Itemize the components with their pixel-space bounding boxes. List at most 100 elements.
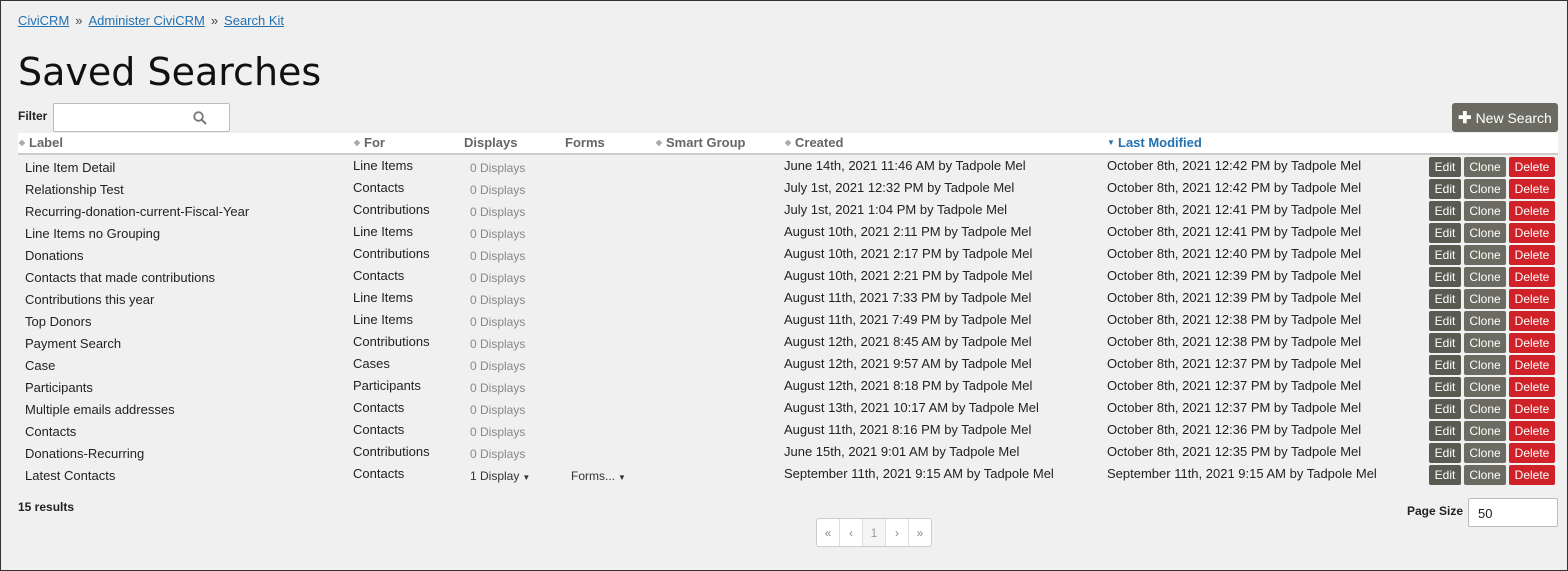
pager-next[interactable]: › xyxy=(886,519,909,546)
edit-button[interactable]: Edit xyxy=(1429,223,1461,243)
row-for: Contacts xyxy=(353,422,405,437)
edit-button[interactable]: Edit xyxy=(1429,267,1461,287)
delete-button[interactable]: Delete xyxy=(1509,245,1555,265)
row-created: August 11th, 2021 7:33 PM by Tadpole Mel xyxy=(784,290,1032,305)
column-header-smart-group[interactable]: ◆ Smart Group xyxy=(655,135,746,150)
edit-button[interactable]: Edit xyxy=(1429,377,1461,397)
table-row: Participants Participants 0 Displays August… xyxy=(18,375,1558,397)
clone-button[interactable]: Clone xyxy=(1464,245,1506,265)
table-row: Contacts Contacts 0 Displays August 11th, 2… xyxy=(18,419,1558,441)
pager-prev[interactable]: ‹ xyxy=(840,519,863,546)
breadcrumb-separator: » xyxy=(210,13,219,28)
table-row: Donations-Recurring Contributions 0 Displa… xyxy=(18,441,1558,463)
clone-button[interactable]: Clone xyxy=(1464,201,1506,221)
delete-button[interactable]: Delete xyxy=(1509,399,1555,419)
delete-button[interactable]: Delete xyxy=(1509,333,1555,353)
edit-button[interactable]: Edit xyxy=(1429,399,1461,419)
edit-button[interactable]: Edit xyxy=(1429,465,1461,485)
clone-button[interactable]: Clone xyxy=(1464,377,1506,397)
row-displays: 0 Displays xyxy=(470,315,526,329)
row-actions: Edit Clone Delete xyxy=(1429,245,1555,265)
breadcrumb-administer[interactable]: Administer CiviCRM xyxy=(89,13,205,28)
pager-last[interactable]: » xyxy=(909,519,931,546)
sort-icon: ◆ xyxy=(655,137,663,147)
clone-button[interactable]: Clone xyxy=(1464,465,1506,485)
clone-button[interactable]: Clone xyxy=(1464,179,1506,199)
row-created: August 10th, 2021 2:17 PM by Tadpole Mel xyxy=(784,246,1033,261)
edit-button[interactable]: Edit xyxy=(1429,311,1461,331)
clone-button[interactable]: Clone xyxy=(1464,333,1506,353)
column-header-displays: Displays xyxy=(464,135,518,150)
edit-button[interactable]: Edit xyxy=(1429,245,1461,265)
pager-current[interactable]: 1 xyxy=(863,519,886,546)
row-forms-dropdown[interactable]: Forms... ▼ xyxy=(571,469,626,483)
row-displays: 0 Displays xyxy=(470,161,526,175)
row-modified: October 8th, 2021 12:38 PM by Tadpole Me… xyxy=(1107,312,1362,327)
clone-button[interactable]: Clone xyxy=(1464,355,1506,375)
clone-button[interactable]: Clone xyxy=(1464,421,1506,441)
delete-button[interactable]: Delete xyxy=(1509,267,1555,287)
delete-button[interactable]: Delete xyxy=(1509,157,1555,177)
delete-button[interactable]: Delete xyxy=(1509,201,1555,221)
edit-button[interactable]: Edit xyxy=(1429,289,1461,309)
delete-button[interactable]: Delete xyxy=(1509,465,1555,485)
new-search-label: New Search xyxy=(1475,109,1552,126)
row-displays: 0 Displays xyxy=(470,271,526,285)
pager-first[interactable]: « xyxy=(817,519,840,546)
edit-button[interactable]: Edit xyxy=(1429,421,1461,441)
delete-button[interactable]: Delete xyxy=(1509,311,1555,331)
clone-button[interactable]: Clone xyxy=(1464,399,1506,419)
edit-button[interactable]: Edit xyxy=(1429,443,1461,463)
plus-icon: ✚ xyxy=(1458,109,1472,127)
delete-button[interactable]: Delete xyxy=(1509,289,1555,309)
delete-button[interactable]: Delete xyxy=(1509,355,1555,375)
delete-button[interactable]: Delete xyxy=(1509,421,1555,441)
clone-button[interactable]: Clone xyxy=(1464,157,1506,177)
row-for: Participants xyxy=(353,378,421,393)
new-search-button[interactable]: ✚ New Search xyxy=(1452,103,1558,132)
filter-input[interactable] xyxy=(58,104,192,132)
row-displays: 0 Displays xyxy=(470,227,526,241)
edit-button[interactable]: Edit xyxy=(1429,201,1461,221)
delete-button[interactable]: Delete xyxy=(1509,443,1555,463)
page-size-input[interactable]: 50 xyxy=(1468,498,1558,527)
row-modified: October 8th, 2021 12:42 PM by Tadpole Me… xyxy=(1107,180,1362,195)
edit-button[interactable]: Edit xyxy=(1429,355,1461,375)
table-row: Line Items no Grouping Line Items 0 Displa… xyxy=(18,221,1558,243)
edit-button[interactable]: Edit xyxy=(1429,333,1461,353)
filter-input-wrapper[interactable] xyxy=(53,103,230,132)
row-created: August 11th, 2021 7:49 PM by Tadpole Mel xyxy=(784,312,1032,327)
breadcrumb-search-kit[interactable]: Search Kit xyxy=(224,13,284,28)
row-modified: September 11th, 2021 9:15 AM by Tadpole … xyxy=(1107,466,1377,481)
delete-button[interactable]: Delete xyxy=(1509,223,1555,243)
clone-button[interactable]: Clone xyxy=(1464,223,1506,243)
row-displays: 0 Displays xyxy=(470,293,526,307)
clone-button[interactable]: Clone xyxy=(1464,267,1506,287)
delete-button[interactable]: Delete xyxy=(1509,179,1555,199)
row-displays[interactable]: 1 Display ▼ xyxy=(470,469,530,483)
caret-down-icon: ▼ xyxy=(522,473,531,482)
row-label: Case xyxy=(25,358,56,373)
row-actions: Edit Clone Delete xyxy=(1429,311,1555,331)
clone-button[interactable]: Clone xyxy=(1464,289,1506,309)
row-modified: October 8th, 2021 12:37 PM by Tadpole Me… xyxy=(1107,356,1362,371)
row-actions: Edit Clone Delete xyxy=(1429,465,1555,485)
row-displays: 0 Displays xyxy=(470,205,526,219)
row-label: Latest Contacts xyxy=(25,468,116,483)
row-for: Line Items xyxy=(353,224,413,239)
column-header-created[interactable]: ◆ Created xyxy=(784,135,844,150)
row-modified: October 8th, 2021 12:39 PM by Tadpole Me… xyxy=(1107,268,1362,283)
row-created: August 12th, 2021 8:18 PM by Tadpole Mel xyxy=(784,378,1033,393)
row-for: Contacts xyxy=(353,180,405,195)
breadcrumb-civicrm[interactable]: CiviCRM xyxy=(18,13,69,28)
clone-button[interactable]: Clone xyxy=(1464,311,1506,331)
row-displays: 0 Displays xyxy=(470,425,526,439)
column-header-label[interactable]: ◆ Label xyxy=(18,135,63,150)
column-header-last-modified[interactable]: ▼ Last Modified xyxy=(1107,135,1202,150)
column-header-for[interactable]: ◆ For xyxy=(353,135,385,150)
table-header: ◆ Label ◆ For Displays Forms ◆ Smart Group … xyxy=(18,133,1558,155)
clone-button[interactable]: Clone xyxy=(1464,443,1506,463)
edit-button[interactable]: Edit xyxy=(1429,179,1461,199)
delete-button[interactable]: Delete xyxy=(1509,377,1555,397)
edit-button[interactable]: Edit xyxy=(1429,157,1461,177)
